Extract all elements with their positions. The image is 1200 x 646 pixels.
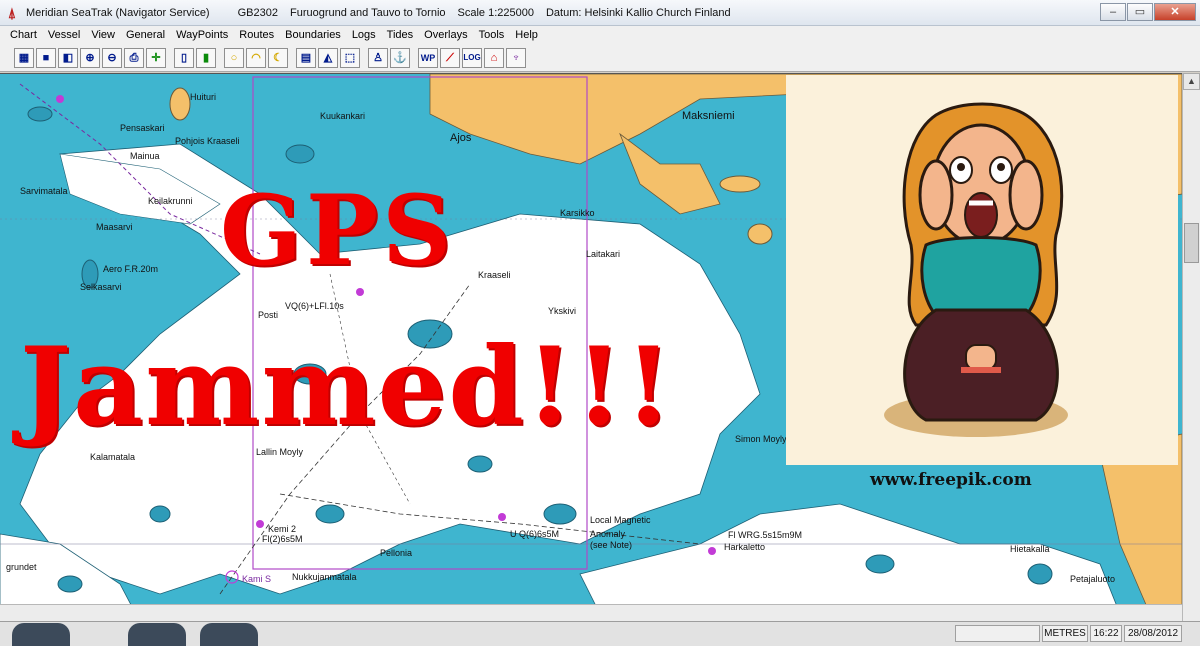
panel-right-icon[interactable]: ▮ — [196, 47, 216, 68]
place-label: Huituri — [190, 92, 217, 102]
app-window: ⍋ Meridian SeaTrak (Navigator Service) G… — [0, 0, 1200, 646]
menu-view[interactable]: View — [91, 29, 115, 41]
person-icon[interactable]: ♙ — [368, 47, 388, 68]
menu-tides[interactable]: Tides — [387, 29, 414, 41]
minimize-button[interactable]: – — [1100, 3, 1126, 21]
place-label: U Q(6)6s5M — [510, 529, 560, 539]
status-time: 16:22 — [1090, 625, 1122, 642]
place-label: Kuukankari — [320, 111, 366, 121]
place-label: Kami S — [242, 574, 272, 584]
scared-woman-illustration — [884, 102, 1068, 437]
app-logo-icon: ⍋ — [7, 4, 17, 21]
place-label: Laitakari — [586, 249, 621, 259]
menu-general[interactable]: General — [126, 29, 165, 41]
wp-icon[interactable]: WP — [418, 47, 438, 68]
menu-routes[interactable]: Routes — [239, 29, 274, 41]
vessel-icon[interactable]: ■ — [36, 47, 56, 68]
place-label: Sarvimatala — [20, 186, 68, 196]
menu-waypoints[interactable]: WayPoints — [176, 29, 228, 41]
status-date: 28/08/2012 — [1124, 625, 1182, 642]
windows-icon[interactable]: ◧ — [58, 47, 78, 68]
select-icon[interactable]: ⬚ — [340, 47, 360, 68]
grid-icon[interactable]: ▤ — [296, 47, 316, 68]
place-label: (see Note) — [590, 540, 633, 550]
chart-datum: Datum: Helsinki Kallio Church Finland — [545, 6, 731, 19]
place-label: Aero F.R.20m — [103, 264, 159, 274]
place-label: VQ(6)+LFl.10s — [285, 301, 344, 311]
chart-icon[interactable]: ▦ — [14, 47, 34, 68]
moon-icon[interactable]: ☾ — [268, 47, 288, 68]
window-controls: – ▭ ✕ — [1099, 3, 1196, 21]
place-label: Kemi 2 — [268, 524, 297, 534]
place-label: Pellonia — [380, 548, 413, 558]
place-label: Keilakrunni — [148, 196, 193, 206]
menu-chart[interactable]: Chart — [10, 29, 37, 41]
place-label: Selkasarvi — [80, 282, 122, 292]
place-label: Local Magnetic — [590, 515, 651, 525]
place-label: Pohjois Kraaseli — [175, 136, 240, 146]
jammed-headline: Jammed!!! — [20, 324, 675, 450]
arc-icon[interactable]: ◠ — [246, 47, 266, 68]
illustration-panel — [786, 75, 1178, 465]
vertical-scrollbar[interactable]: ▲ — [1182, 73, 1200, 621]
place-label: Posti — [258, 310, 279, 320]
place-label: Maksniemi — [682, 110, 735, 122]
chart-id: GB2302 — [237, 6, 278, 19]
print-icon[interactable]: ⎙ — [124, 47, 144, 68]
place-label: Kraaseli — [478, 270, 511, 280]
place-label: Kalamatala — [90, 452, 136, 462]
place-label: Mainua — [130, 151, 160, 161]
place-label: Fl WRG.5s15m9M — [728, 530, 803, 540]
panel-left-icon[interactable]: ▯ — [174, 47, 194, 68]
menu-overlays[interactable]: Overlays — [424, 29, 467, 41]
taskbar-button[interactable] — [128, 623, 186, 646]
menu-boundaries[interactable]: Boundaries — [285, 29, 341, 41]
place-label: Nukkujanmatala — [292, 572, 357, 582]
place-label: Simon Moyly — [735, 434, 787, 444]
place-label: Ykskivi — [548, 306, 577, 316]
status-bar: METRES 16:22 28/08/2012 — [0, 621, 1200, 646]
maximize-button[interactable]: ▭ — [1127, 3, 1153, 21]
anchor-icon[interactable]: ⚓ — [390, 47, 410, 68]
tide-icon[interactable]: ♆ — [506, 47, 526, 68]
place-label: Maasarvi — [96, 222, 133, 232]
chart-name: Furuogrund and Tauvo to Tornio — [289, 6, 446, 19]
place-label: Anomaly — [590, 529, 626, 539]
place-label: Fl(2)6s5M — [262, 534, 303, 544]
scroll-up-icon[interactable]: ▲ — [1183, 73, 1200, 90]
chart-scale: Scale 1:225000 — [457, 6, 534, 19]
zoom-out-icon[interactable]: ⊖ — [102, 47, 122, 68]
home-icon[interactable]: ⌂ — [484, 47, 504, 68]
menu-vessel[interactable]: Vessel — [48, 29, 80, 41]
crosshair-icon[interactable]: ✛ — [146, 47, 166, 68]
menu-help[interactable]: Help — [515, 29, 538, 41]
menu-bar: Chart Vessel View General WayPoints Rout… — [0, 26, 1200, 44]
taskbar-button[interactable] — [12, 623, 70, 646]
depth-icon[interactable]: ◭ — [318, 47, 338, 68]
toolbar: ▦ ■ ◧ ⊕ ⊖ ⎙ ✛ ▯ ▮ ○ ◠ ☾ ▤ ◭ ⬚ ♙ ⚓ WP ⟋ L… — [0, 44, 1200, 72]
place-label: Pensaskari — [120, 123, 165, 133]
place-label: Hietakalla — [1010, 544, 1050, 554]
status-empty-pane — [955, 625, 1040, 642]
place-label: grundet — [6, 562, 37, 572]
image-credit: www.freepik.com — [870, 470, 1032, 490]
zoom-in-icon[interactable]: ⊕ — [80, 47, 100, 68]
scroll-thumb[interactable] — [1184, 223, 1199, 263]
app-title: Meridian SeaTrak (Navigator Service) — [26, 6, 210, 19]
status-units: METRES — [1042, 625, 1088, 642]
circle-icon[interactable]: ○ — [224, 47, 244, 68]
route-icon[interactable]: ⟋ — [440, 47, 460, 68]
place-label: Karsikko — [560, 208, 595, 218]
close-button[interactable]: ✕ — [1154, 3, 1196, 21]
menu-tools[interactable]: Tools — [479, 29, 505, 41]
title-bar: ⍋ Meridian SeaTrak (Navigator Service) G… — [0, 0, 1200, 26]
taskbar-button[interactable] — [200, 623, 258, 646]
place-label: Harkaletto — [724, 542, 766, 552]
horizontal-scrollbar[interactable] — [0, 604, 1182, 621]
place-label: Ajos — [450, 132, 472, 144]
place-label: Petajaluoto — [1070, 574, 1116, 584]
gps-headline: GPS — [220, 174, 456, 287]
log-icon[interactable]: LOG — [462, 47, 482, 68]
menu-logs[interactable]: Logs — [352, 29, 376, 41]
